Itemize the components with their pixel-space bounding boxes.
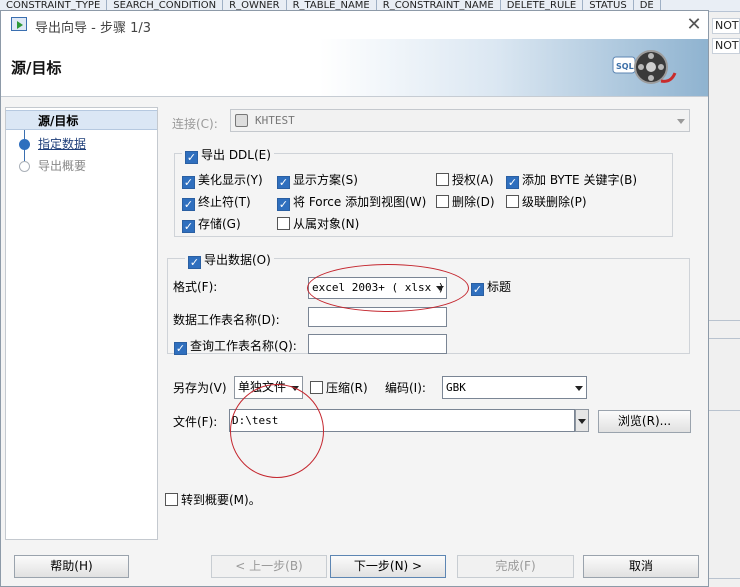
connection-label: 连接(C): xyxy=(172,117,218,131)
wizard-header: 源/目标 SQL xyxy=(1,39,708,97)
chevron-down-icon xyxy=(575,386,583,391)
ddl-option-terminator[interactable]: 终止符(T) xyxy=(182,193,251,211)
export-data-checkbox[interactable]: 导出数据(O) xyxy=(185,251,274,269)
checkbox-icon xyxy=(277,176,290,189)
option-label: 终止符(T) xyxy=(198,195,251,209)
ddl-option-pretty-print[interactable]: 美化显示(Y) xyxy=(182,171,263,189)
checkbox-icon xyxy=(185,151,198,164)
bg-divider xyxy=(709,578,740,579)
option-label: 将 Force 添加到视图(W) xyxy=(293,195,427,209)
option-label: 删除(D) xyxy=(452,195,495,209)
close-button[interactable]: ✕ xyxy=(682,13,706,37)
wizard-steps-nav: 源/目标 指定数据 导出概要 xyxy=(5,107,158,540)
encoding-value: GBK xyxy=(446,381,466,394)
export-ddl-checkbox[interactable]: 导出 DDL(E) xyxy=(182,146,274,164)
window-title: 导出向导 - 步骤 1/3 xyxy=(35,21,152,36)
cancel-button[interactable]: 取消 xyxy=(583,555,699,578)
ddl-option-force-view[interactable]: 将 Force 添加到视图(W) xyxy=(277,193,426,211)
ddl-option-show-schema[interactable]: 显示方案(S) xyxy=(277,171,358,189)
option-label: 显示方案(S) xyxy=(293,173,358,187)
export-data-label: 导出数据(O) xyxy=(204,253,271,267)
ddl-option-cascade-drop[interactable]: 级联删除(P) xyxy=(506,193,587,210)
save-as-label: 另存为(V) xyxy=(173,381,227,395)
chevron-down-icon xyxy=(677,119,685,124)
title-bar[interactable]: 导出向导 - 步骤 1/3 ✕ xyxy=(1,11,708,39)
chevron-down-icon xyxy=(291,386,299,391)
option-label: 从属对象(N) xyxy=(293,217,360,231)
export-wizard-dialog: 导出向导 - 步骤 1/3 ✕ 源/目标 SQL 源/目标 指定数据 导出概要 … xyxy=(0,10,709,587)
query-sheet-name-input[interactable] xyxy=(308,334,447,354)
next-button[interactable]: 下一步(N) > xyxy=(330,555,446,578)
format-select[interactable]: excel 2003+ ( xlsx ) xyxy=(308,277,447,299)
export-wizard-icon xyxy=(11,17,27,31)
option-label: 添加 BYTE 关键字(B) xyxy=(522,173,638,187)
page-title: 源/目标 xyxy=(11,59,62,77)
browse-button[interactable]: 浏览(R)... xyxy=(598,410,691,433)
connection-value: KHTEST xyxy=(255,114,295,127)
sql-export-graphic-icon: SQL xyxy=(612,50,677,84)
save-as-value: 单独文件 xyxy=(238,380,287,394)
goto-summary-checkbox[interactable]: 转到概要(M)。 xyxy=(165,491,261,508)
checkbox-icon xyxy=(174,342,187,355)
checkbox-icon xyxy=(436,173,449,186)
file-path-input[interactable]: D:\test xyxy=(229,409,575,432)
checkbox-icon xyxy=(182,198,195,211)
file-path-value: D:\test xyxy=(232,414,279,427)
checkbox-icon xyxy=(182,176,195,189)
chevron-down-icon xyxy=(578,419,586,424)
sidebar-item-source-target[interactable]: 源/目标 xyxy=(6,110,157,130)
bg-cell: NOT xyxy=(712,18,740,34)
checkbox-icon xyxy=(182,220,195,233)
export-ddl-label: 导出 DDL(E) xyxy=(201,148,271,162)
checkbox-icon xyxy=(471,283,484,296)
ddl-option-byte-keyword[interactable]: 添加 BYTE 关键字(B) xyxy=(506,171,637,189)
save-as-select[interactable]: 单独文件 xyxy=(234,376,303,399)
data-sheet-name-input[interactable] xyxy=(308,307,447,327)
checkbox-icon xyxy=(506,176,519,189)
option-label: 级联删除(P) xyxy=(522,195,587,209)
bg-divider xyxy=(709,410,740,411)
encoding-select[interactable]: GBK xyxy=(442,376,587,399)
checkbox-icon xyxy=(310,381,323,394)
option-label: 授权(A) xyxy=(452,173,494,187)
sidebar-item-specify-data[interactable]: 指定数据 xyxy=(6,134,157,154)
bg-divider xyxy=(709,320,740,321)
svg-text:SQL: SQL xyxy=(616,62,634,71)
compress-label: 压缩(R) xyxy=(326,381,368,395)
header-label: 标题 xyxy=(487,280,512,294)
finish-button[interactable]: 完成(F) xyxy=(457,555,574,578)
checkbox-icon xyxy=(277,217,290,230)
format-value: excel 2003+ ( xlsx ) xyxy=(312,281,445,294)
bg-cell: NOT xyxy=(712,38,740,54)
chevron-down-icon xyxy=(436,286,444,291)
encoding-label: 编码(I): xyxy=(385,381,426,395)
ddl-option-grants[interactable]: 授权(A) xyxy=(436,171,494,188)
database-icon xyxy=(235,114,248,127)
header-checkbox[interactable]: 标题 xyxy=(471,278,511,296)
compress-checkbox[interactable]: 压缩(R) xyxy=(310,379,368,396)
goto-summary-label: 转到概要(M)。 xyxy=(181,493,261,507)
ddl-option-drop[interactable]: 删除(D) xyxy=(436,193,495,210)
file-label: 文件(F): xyxy=(173,415,218,429)
data-sheet-label: 数据工作表名称(D): xyxy=(173,313,280,327)
checkbox-icon xyxy=(506,195,519,208)
option-label: 存储(G) xyxy=(198,217,241,231)
help-button[interactable]: 帮助(H) xyxy=(14,555,129,578)
file-history-dropdown[interactable] xyxy=(575,409,589,432)
connection-select[interactable]: KHTEST xyxy=(230,109,690,132)
checkbox-icon xyxy=(277,198,290,211)
query-sheet-checkbox[interactable]: 查询工作表名称(Q): xyxy=(174,337,297,355)
checkbox-icon xyxy=(436,195,449,208)
ddl-option-dependents[interactable]: 从属对象(N) xyxy=(277,215,359,232)
back-button[interactable]: < 上一步(B) xyxy=(211,555,327,578)
bg-divider xyxy=(709,338,740,339)
query-sheet-label: 查询工作表名称(Q): xyxy=(190,339,297,353)
checkbox-icon xyxy=(188,256,201,269)
checkbox-icon xyxy=(165,493,178,506)
format-label: 格式(F): xyxy=(173,280,218,294)
ddl-option-storage[interactable]: 存储(G) xyxy=(182,215,241,233)
option-label: 美化显示(Y) xyxy=(198,173,263,187)
sidebar-item-export-summary: 导出概要 xyxy=(38,159,87,173)
